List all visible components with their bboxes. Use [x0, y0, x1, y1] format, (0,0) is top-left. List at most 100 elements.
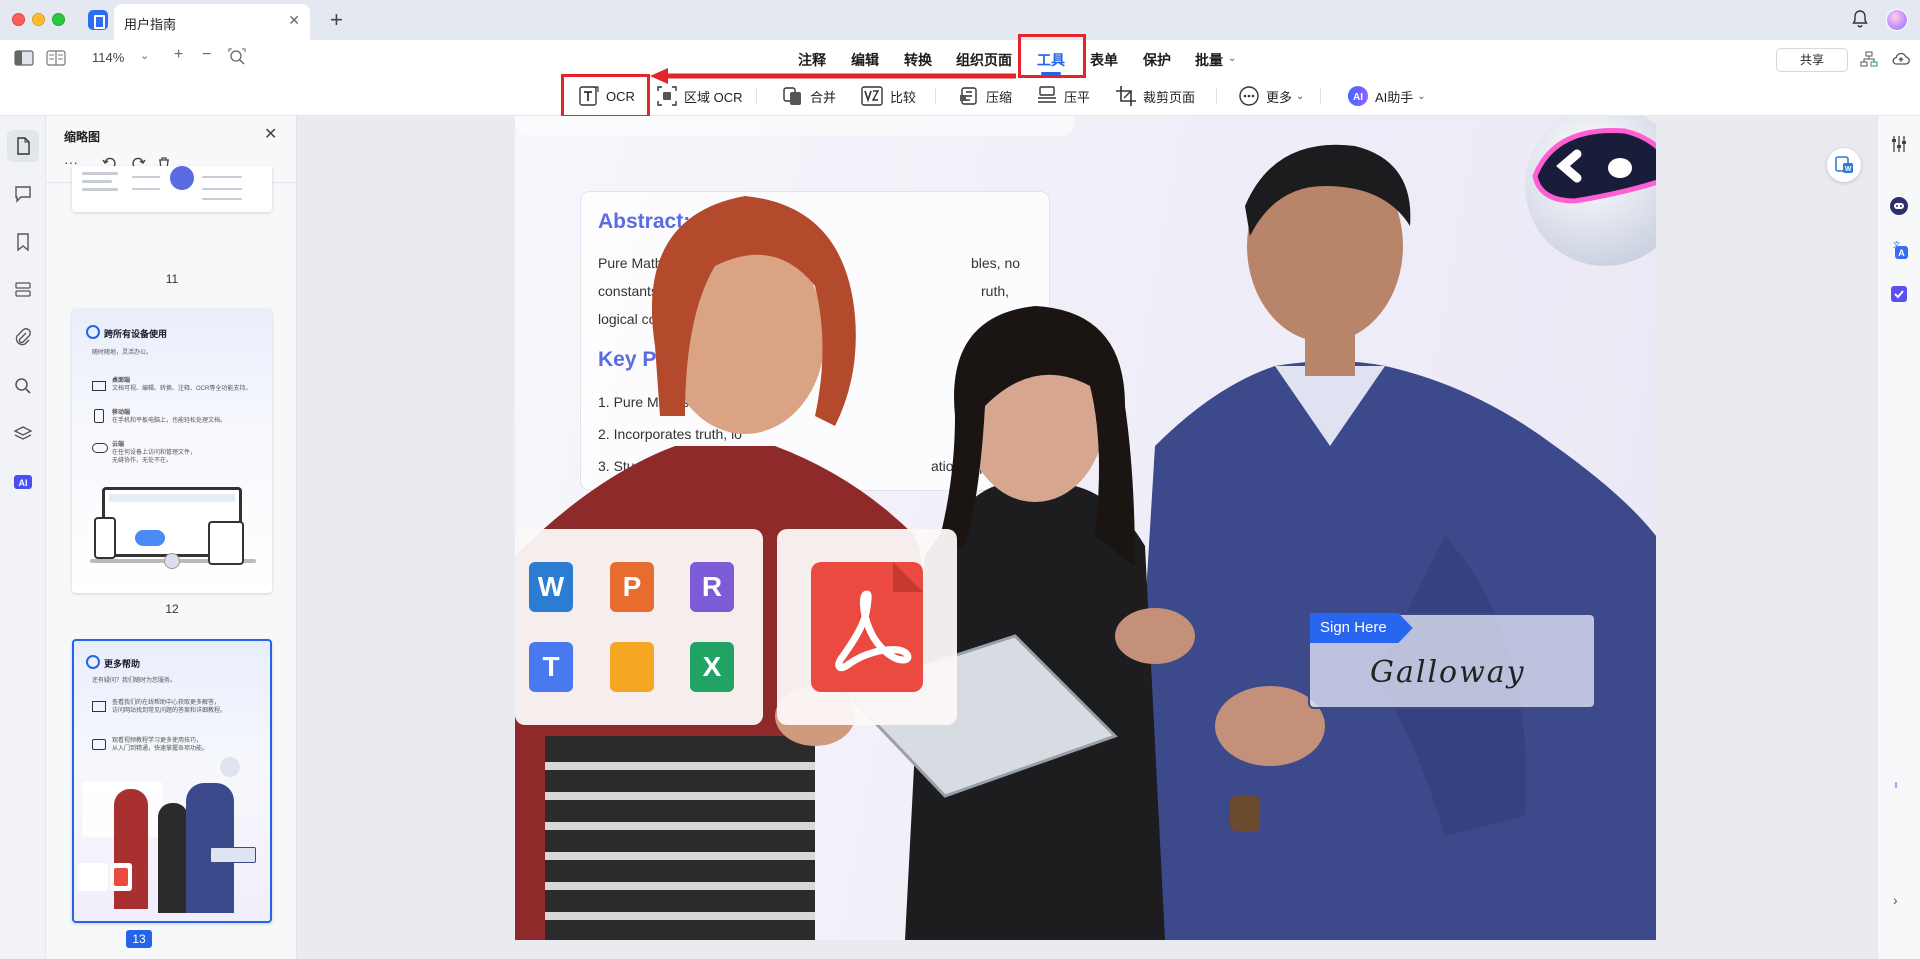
- compare-label: 比较: [890, 89, 917, 105]
- menu-forms[interactable]: 表单: [1090, 50, 1118, 70]
- minimize-window-button[interactable]: [32, 13, 45, 26]
- layers-icon[interactable]: [13, 424, 33, 444]
- more-tools-button[interactable]: 更多 ⌄: [1238, 84, 1304, 108]
- bookmark-icon[interactable]: [13, 232, 33, 252]
- zoom-fit-icon[interactable]: [228, 48, 246, 66]
- zoom-window-button[interactable]: [52, 13, 65, 26]
- robot-mascot-illustration: [1525, 116, 1656, 266]
- title-bar: 用户指南 ✕ +: [0, 0, 1920, 40]
- org-icon[interactable]: [1860, 50, 1878, 68]
- expand-right-panel-icon[interactable]: ›: [1893, 892, 1898, 908]
- tool-divider: [1216, 88, 1217, 104]
- bell-icon[interactable]: [1852, 10, 1868, 28]
- desktop-icon: [92, 381, 106, 391]
- powerpoint-icon: P: [610, 562, 654, 612]
- reader-icon: R: [690, 562, 734, 612]
- scroll-indicator: [1895, 782, 1897, 788]
- sidebar-toggle-icon[interactable]: [14, 50, 34, 66]
- thumb13-sub: 还有疑问？我们随时为您服务。: [92, 678, 177, 684]
- merge-button[interactable]: 合并: [782, 84, 836, 108]
- tool-divider: [935, 88, 936, 104]
- check-icon: [86, 655, 100, 669]
- thumbnail-page-11[interactable]: [72, 166, 272, 212]
- laptop-screen-bar: [109, 494, 235, 502]
- mini-pdf-card: [110, 863, 132, 891]
- app-logo-icon: [88, 10, 108, 30]
- thumb-line: [202, 188, 242, 190]
- compress-icon: [960, 87, 977, 105]
- tab-close-icon[interactable]: ✕: [288, 12, 300, 29]
- thumbnail-page-12[interactable]: 跨所有设备使用 随时随地，灵活办公。 桌面端 文档可视、编辑、转换、注释、OCR…: [72, 309, 272, 593]
- user-avatar[interactable]: [1886, 9, 1908, 31]
- mini-person-2: [158, 803, 188, 913]
- ai-rail-icon[interactable]: AI: [13, 472, 33, 492]
- word-convert-icon: W: [1835, 156, 1853, 173]
- cloud-upload-icon[interactable]: [1892, 50, 1910, 68]
- book-icon: [92, 701, 106, 712]
- thumbnail-panel: 缩略图 ✕ ··· 11 跨所有设备使用 随时随地，灵活办公。 桌面端 文档可视…: [46, 116, 297, 959]
- excel-icon: X: [690, 642, 734, 692]
- word-convert-float-button[interactable]: W: [1827, 148, 1861, 182]
- mobile-icon: [94, 409, 104, 423]
- thumb12-item2-desc: 在手机和平板电脑上，也能轻松处理文档。: [112, 418, 227, 424]
- document-tab[interactable]: 用户指南 ✕: [114, 4, 310, 40]
- ai-assistant-button[interactable]: AI AI助手 ⌄: [1347, 84, 1426, 108]
- tool-divider: [756, 88, 757, 104]
- zoom-out-button[interactable]: −: [202, 46, 211, 64]
- area-ocr-button[interactable]: 区域 OCR: [656, 84, 743, 108]
- document-viewport[interactable]: Abstract: Pure Mathematics studies ' ble…: [297, 116, 1877, 959]
- thumb12-sub: 随时随地，灵活办公。: [92, 350, 153, 356]
- phone-illustration: [94, 517, 116, 559]
- document-page: Abstract: Pure Mathematics studies ' ble…: [515, 116, 1656, 940]
- mini-person-1: [114, 789, 148, 909]
- search-icon[interactable]: [13, 376, 33, 396]
- compress-button[interactable]: 压缩: [958, 84, 1012, 108]
- share-button[interactable]: 共享: [1776, 48, 1848, 72]
- chatbot-icon[interactable]: [1889, 196, 1909, 216]
- svg-text:W: W: [1845, 166, 1852, 173]
- zoom-in-button[interactable]: +: [174, 46, 183, 64]
- area-ocr-label: 区域 OCR: [684, 89, 743, 105]
- compress-label: 压缩: [986, 89, 1013, 105]
- signature-text: Galloway: [1370, 655, 1526, 690]
- menu-batch[interactable]: 批量: [1195, 50, 1223, 70]
- sliders-icon[interactable]: [1889, 134, 1909, 154]
- fields-icon[interactable]: [13, 280, 33, 300]
- crop-page-button[interactable]: 裁剪页面: [1115, 84, 1195, 108]
- ocr-icon: [579, 86, 599, 106]
- tablet-illustration: [208, 521, 244, 565]
- menu-tools[interactable]: 工具: [1037, 50, 1065, 70]
- menu-protect[interactable]: 保护: [1143, 50, 1171, 70]
- word-icon: W: [529, 562, 573, 612]
- thumbnail-page-13[interactable]: 更多帮助 还有疑问？我们随时为您服务。 查看我们的在线帮助中心获取更多解答， 访…: [72, 639, 272, 923]
- close-window-button[interactable]: [12, 13, 25, 26]
- batch-dropdown-icon[interactable]: ⌄: [1228, 53, 1236, 64]
- svg-text:A: A: [1898, 248, 1905, 258]
- compare-button[interactable]: 比较: [860, 84, 916, 108]
- crop-icon: [1116, 86, 1136, 106]
- pdf-logo-icon: [811, 562, 923, 692]
- acrobat-glyph-icon: [835, 562, 923, 672]
- new-tab-button[interactable]: +: [330, 7, 343, 33]
- zoom-dropdown-icon[interactable]: ⌄: [140, 49, 149, 62]
- close-thumbnail-panel-icon[interactable]: ✕: [264, 124, 277, 144]
- ocr-button[interactable]: OCR: [578, 84, 635, 108]
- zoom-level[interactable]: 114%: [92, 50, 124, 65]
- flatten-label: 压平: [1064, 89, 1091, 105]
- more-dropdown-icon: ⌄: [1296, 90, 1305, 102]
- area-ocr-icon: [657, 86, 677, 106]
- attachment-icon[interactable]: [13, 328, 33, 348]
- checklist-icon[interactable]: [1889, 284, 1909, 304]
- svg-text:文: 文: [1893, 240, 1900, 249]
- flatten-icon: [1038, 86, 1056, 103]
- grid-view-icon[interactable]: [46, 50, 66, 66]
- thumb12-heading: 跨所有设备使用: [104, 329, 168, 339]
- translate-icon[interactable]: A文: [1889, 240, 1909, 260]
- flatten-button[interactable]: 压平: [1036, 84, 1090, 108]
- page-icon[interactable]: [13, 136, 33, 156]
- comment-icon[interactable]: [13, 184, 33, 204]
- thumb-line: [132, 188, 160, 190]
- video-icon: [92, 739, 106, 750]
- left-icon-rail: AI: [0, 116, 46, 959]
- thumb13-heading: 更多帮助: [104, 659, 141, 669]
